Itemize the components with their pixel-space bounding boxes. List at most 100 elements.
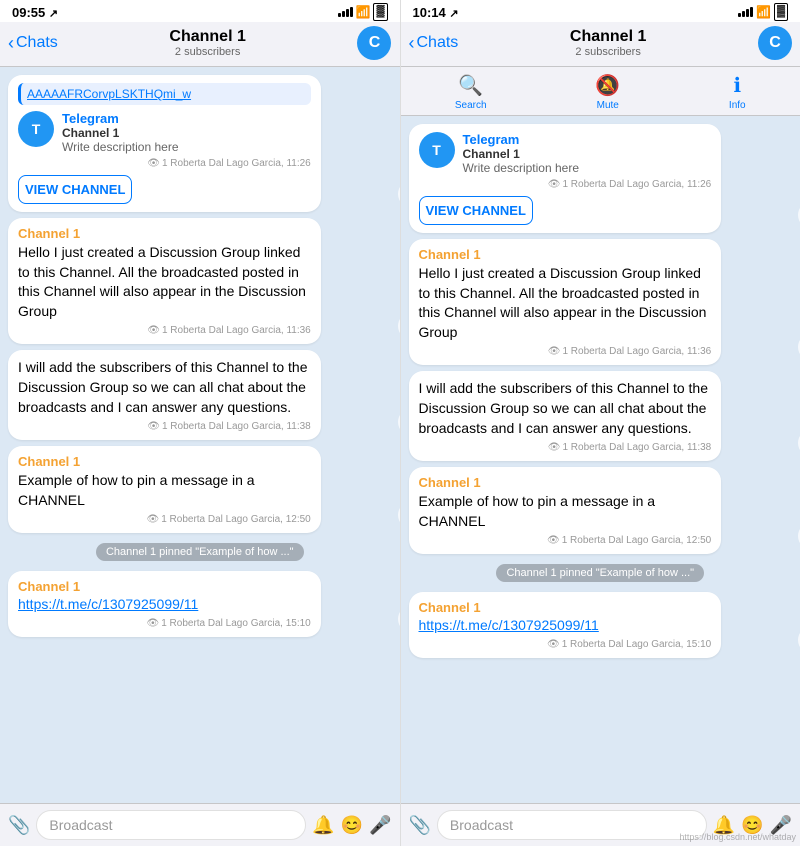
status-time: 10:14 ↗ xyxy=(413,5,459,20)
pin-notice-row: Channel 1 pinned "Example of how ..." xyxy=(8,539,392,565)
share-button[interactable]: ➤ xyxy=(398,180,400,208)
chat-area: AAAAAFRCorvpLSKTHQmi_w T Telegram Channe… xyxy=(0,67,400,803)
channel-message-bubble: Channel 1 Hello I just created a Discuss… xyxy=(409,239,722,365)
screen-left: 09:55 ↗ 📶 ▓ ‹ Chats Channel 1 2 subscrib… xyxy=(0,0,401,846)
search-label: Search xyxy=(455,100,487,111)
channel-subtitle: 2 subscribers xyxy=(169,46,245,58)
attach-icon[interactable]: 📎 xyxy=(8,815,30,836)
wifi-icon: 📶 xyxy=(756,5,771,19)
channel-subtitle: 2 subscribers xyxy=(570,46,646,58)
msg-meta: 👁 1 Roberta Dal Lago Garcia, 11:38 xyxy=(419,442,712,453)
msg-text: I will add the subscribers of this Chann… xyxy=(419,379,712,438)
channel-name: Channel 1 xyxy=(463,147,580,161)
status-icons: 📶 ▓ xyxy=(338,3,388,20)
channel-title: Channel 1 xyxy=(169,28,245,46)
eye-icon: 👁 xyxy=(548,442,561,453)
telegram-link[interactable]: Telegram xyxy=(463,132,580,147)
action-search[interactable]: 🔍 Search xyxy=(455,73,487,111)
eye-icon: 👁 xyxy=(147,421,160,432)
attach-icon[interactable]: 📎 xyxy=(409,815,431,836)
signal-icon xyxy=(338,7,353,17)
channel-desc: Write description here xyxy=(62,140,179,154)
channel-message-bubble: Channel 1 Example of how to pin a messag… xyxy=(8,446,321,533)
msg-meta: 👁 1 Roberta Dal Lago Garcia, 15:10 xyxy=(18,618,311,629)
channel-url-link[interactable]: AAAAAFRCorvpLSKTHQmi_w xyxy=(27,87,305,101)
channel-icon: T xyxy=(419,132,455,168)
action-bar: 🔍 Search 🔕 Mute ℹ Info xyxy=(401,67,800,116)
msg-meta: 👁 1 Roberta Dal Lago Garcia, 11:26 xyxy=(419,179,712,190)
down-button[interactable]: ⌄ xyxy=(398,605,400,633)
channel-title: Channel 1 xyxy=(570,28,646,46)
msg-meta-text: 1 Roberta Dal Lago Garcia, 12:50 xyxy=(562,535,712,546)
status-time: 09:55 ↗ xyxy=(12,5,58,20)
msg-meta-text: 1 Roberta Dal Lago Garcia, 11:26 xyxy=(562,179,711,190)
channel-message-row: Channel 1 Hello I just created a Discuss… xyxy=(409,239,793,365)
channel-link[interactable]: https://t.me/c/1307925099/11 xyxy=(18,596,198,612)
channel-msg-sender: Channel 1 xyxy=(18,454,311,469)
channel-header-content: T Telegram Channel 1 Write description h… xyxy=(419,132,712,175)
channel-link-bubble: Channel 1 https://t.me/c/1307925099/11 👁… xyxy=(8,571,321,637)
signal-icon xyxy=(738,7,753,17)
info-icon: ℹ xyxy=(733,73,741,98)
pin-notice-row: Channel 1 pinned "Example of how ..." xyxy=(409,560,793,586)
channel-msg-sender: Channel 1 xyxy=(419,600,712,615)
view-channel-button[interactable]: VIEW CHANNEL xyxy=(18,175,132,204)
channel-message-bubble: Channel 1 Example of how to pin a messag… xyxy=(409,467,722,554)
msg-meta-text: 1 Roberta Dal Lago Garcia, 11:36 xyxy=(562,346,711,357)
share-button[interactable]: ➤ xyxy=(398,408,400,436)
back-button[interactable]: ‹ Chats xyxy=(8,33,58,54)
action-info[interactable]: ℹ Info xyxy=(729,73,746,111)
pin-notice[interactable]: Channel 1 pinned "Example of how ..." xyxy=(96,543,304,561)
view-channel-button[interactable]: VIEW CHANNEL xyxy=(419,196,533,225)
channel-info: Telegram Channel 1 Write description her… xyxy=(62,111,179,154)
eye-icon: 👁 xyxy=(147,514,160,525)
msg-meta: 👁 1 Roberta Dal Lago Garcia, 11:38 xyxy=(18,421,311,432)
action-mute[interactable]: 🔕 Mute xyxy=(595,73,620,111)
emoji-icon[interactable]: 😊 xyxy=(341,815,363,836)
battery-icon: ▓ xyxy=(774,3,788,20)
msg-meta-text: 1 Roberta Dal Lago Garcia, 15:10 xyxy=(161,618,311,629)
nav-center: Channel 1 2 subscribers xyxy=(570,28,646,58)
msg-meta-text: 1 Roberta Dal Lago Garcia, 12:50 xyxy=(161,514,311,525)
back-label[interactable]: Chats xyxy=(417,34,459,52)
back-label[interactable]: Chats xyxy=(16,34,58,52)
msg-meta-text: 1 Roberta Dal Lago Garcia, 15:10 xyxy=(562,639,712,650)
channel-message-row: Channel 1 Example of how to pin a messag… xyxy=(409,467,793,554)
search-icon: 🔍 xyxy=(458,73,483,98)
broadcast-input[interactable]: Broadcast xyxy=(36,810,306,840)
eye-icon: 👁 xyxy=(147,325,160,336)
channel-link[interactable]: https://t.me/c/1307925099/11 xyxy=(419,617,599,633)
msg-text: I will add the subscribers of this Chann… xyxy=(18,358,311,417)
share-button[interactable]: ➤ xyxy=(398,501,400,529)
channel-desc: Write description here xyxy=(463,161,580,175)
channel-msg-sender: Channel 1 xyxy=(419,475,712,490)
nav-bar: ‹ Chats Channel 1 2 subscribers C xyxy=(401,22,800,67)
screen-right: 10:14 ↗ 📶 ▓ ‹ Chats Channel 1 2 subscrib… xyxy=(401,0,800,846)
pin-notice[interactable]: Channel 1 pinned "Example of how ..." xyxy=(496,564,704,582)
msg-meta: 👁 1 Roberta Dal Lago Garcia, 12:50 xyxy=(419,535,712,546)
msg-meta: 👁 1 Roberta Dal Lago Garcia, 11:36 xyxy=(18,325,311,336)
channel-header-message: AAAAAFRCorvpLSKTHQmi_w T Telegram Channe… xyxy=(8,75,392,212)
share-button[interactable]: ➤ xyxy=(398,312,400,340)
msg-meta-text: 1 Roberta Dal Lago Garcia, 11:36 xyxy=(162,325,311,336)
nav-bar: ‹ Chats Channel 1 2 subscribers C xyxy=(0,22,400,67)
mute-label: Mute xyxy=(597,100,619,111)
message-bubble: T Telegram Channel 1 Write description h… xyxy=(409,124,722,233)
avatar[interactable]: C xyxy=(357,26,391,60)
bell-icon[interactable]: 🔔 xyxy=(312,815,334,836)
channel-message-row: Channel 1 Example of how to pin a messag… xyxy=(8,446,392,533)
broadcast-input[interactable]: Broadcast xyxy=(437,810,707,840)
nav-center: Channel 1 2 subscribers xyxy=(169,28,245,58)
chevron-left-icon: ‹ xyxy=(409,33,415,54)
info-label: Info xyxy=(729,100,746,111)
channel-msg-sender: Channel 1 xyxy=(419,247,712,262)
channel-name: Channel 1 xyxy=(62,126,179,140)
eye-icon: 👁 xyxy=(547,535,560,546)
msg-text: Hello I just created a Discussion Group … xyxy=(419,264,712,342)
msg-text: Example of how to pin a message in a CHA… xyxy=(18,471,311,510)
telegram-link[interactable]: Telegram xyxy=(62,111,179,126)
avatar[interactable]: C xyxy=(758,26,792,60)
back-button[interactable]: ‹ Chats xyxy=(409,33,459,54)
mic-icon[interactable]: 🎤 xyxy=(369,815,391,836)
plain-message-bubble: I will add the subscribers of this Chann… xyxy=(409,371,722,461)
